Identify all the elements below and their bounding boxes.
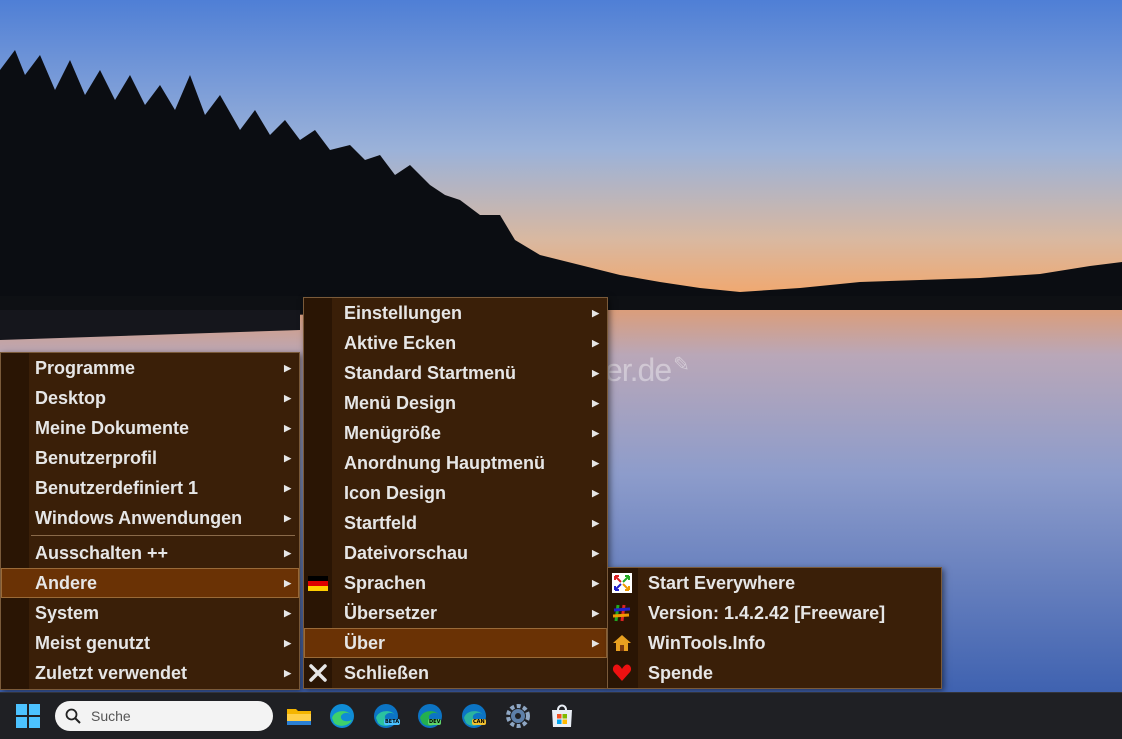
submenu-arrow-icon: ▶: [592, 548, 599, 558]
submenu-arrow-icon: ▶: [284, 668, 291, 678]
menu-item-programme[interactable]: Programme ▶: [1, 353, 299, 383]
submenu-arrow-icon: ▶: [592, 488, 599, 498]
dev-badge: DEV: [428, 719, 442, 725]
home-icon: [613, 635, 631, 651]
taskbar: Suche BETA DEV CAN: [0, 692, 1122, 739]
menu-item-schliessen[interactable]: Schließen: [304, 658, 607, 688]
submenu-arrow-icon: ▶: [284, 548, 291, 558]
menu-item-icon-design[interactable]: Icon Design ▶: [304, 478, 607, 508]
submenu-arrow-icon: ▶: [592, 458, 599, 468]
menu-item-windows-anwendungen[interactable]: Windows Anwendungen ▶: [1, 503, 299, 533]
heart-icon: [612, 664, 632, 681]
menu-item-anordnung-hauptmenue[interactable]: Anordnung Hauptmenü ▶: [304, 448, 607, 478]
menu-item-uebersetzer[interactable]: Übersetzer ▶: [304, 598, 607, 628]
menu-item-meine-dokumente[interactable]: Meine Dokumente ▶: [1, 413, 299, 443]
menu-item-einstellungen[interactable]: Einstellungen ▶: [304, 298, 607, 328]
menu-item-system[interactable]: System ▶: [1, 598, 299, 628]
start-menu: Programme ▶ Desktop ▶ Meine Dokumente ▶ Ben…: [0, 352, 300, 690]
menu-item-ueber[interactable]: Über ▶: [304, 628, 607, 658]
menu-item-sprachen[interactable]: Sprachen ▶: [304, 568, 607, 598]
menu-item-benutzerdefiniert[interactable]: Benutzerdefiniert 1 ▶: [1, 473, 299, 503]
windows-start-icon[interactable]: [16, 704, 40, 728]
submenu-arrow-icon: ▶: [284, 483, 291, 493]
menu-item-menuegroesse[interactable]: Menügröße ▶: [304, 418, 607, 448]
menu-item-version[interactable]: Version: 1.4.2.42 [Freeware]: [608, 598, 941, 628]
submenu-arrow-icon: ▶: [284, 513, 291, 523]
can-badge: CAN: [472, 719, 486, 725]
submenu-arrow-icon: ▶: [284, 638, 291, 648]
start-everywhere-icon: [612, 573, 632, 593]
andere-submenu: Einstellungen ▶ Aktive Ecken ▶ Standard St…: [303, 297, 608, 689]
submenu-arrow-icon: ▶: [592, 518, 599, 528]
edge-dev-logo-icon: [418, 704, 442, 728]
edge-beta-logo-icon: [374, 704, 398, 728]
menu-item-start-everywhere[interactable]: Start Everywhere: [608, 568, 941, 598]
menu-item-startfeld[interactable]: Startfeld ▶: [304, 508, 607, 538]
german-flag-icon: [308, 576, 328, 591]
close-x-icon: [309, 664, 327, 682]
menu-item-benutzerprofil[interactable]: Benutzerprofil ▶: [1, 443, 299, 473]
menu-item-meist-genutzt[interactable]: Meist genutzt ▶: [1, 628, 299, 658]
menu-item-ausschalten[interactable]: Ausschalten ++ ▶: [1, 538, 299, 568]
edge-icon[interactable]: [327, 701, 357, 731]
submenu-arrow-icon: ▶: [284, 608, 291, 618]
submenu-arrow-icon: ▶: [592, 428, 599, 438]
search-icon: [65, 708, 81, 724]
file-explorer-icon[interactable]: [284, 701, 314, 731]
beta-badge: BETA: [384, 719, 401, 725]
menu-item-spende[interactable]: Spende: [608, 658, 941, 688]
edge-beta-icon[interactable]: BETA: [371, 701, 401, 731]
settings-icon[interactable]: [503, 701, 533, 731]
menu-item-menue-design[interactable]: Menü Design ▶: [304, 388, 607, 418]
store-icon[interactable]: [547, 701, 577, 731]
submenu-arrow-icon: ▶: [592, 638, 599, 648]
edge-dev-icon[interactable]: DEV: [415, 701, 445, 731]
menu-item-dateivorschau[interactable]: Dateivorschau ▶: [304, 538, 607, 568]
menu-item-zuletzt-verwendet[interactable]: Zuletzt verwendet ▶: [1, 658, 299, 688]
submenu-arrow-icon: ▶: [284, 363, 291, 373]
menu-item-wintools-info[interactable]: WinTools.Info: [608, 628, 941, 658]
submenu-arrow-icon: ▶: [592, 368, 599, 378]
submenu-arrow-icon: ▶: [284, 453, 291, 463]
menu-item-standard-startmenue[interactable]: Standard Startmenü ▶: [304, 358, 607, 388]
menu-item-andere[interactable]: Andere ▶: [1, 568, 299, 598]
submenu-arrow-icon: ▶: [592, 308, 599, 318]
taskbar-search-box[interactable]: Suche: [55, 701, 273, 731]
version-icon: [612, 604, 631, 622]
submenu-arrow-icon: ▶: [284, 423, 291, 433]
search-placeholder: Suche: [91, 708, 131, 724]
submenu-arrow-icon: ▶: [592, 398, 599, 408]
ueber-submenu: Start Everywhere Version: 1.4.2.42 [Free…: [607, 567, 942, 689]
menu-item-aktive-ecken[interactable]: Aktive Ecken ▶: [304, 328, 607, 358]
submenu-arrow-icon: ▶: [284, 578, 291, 588]
edge-canary-logo-icon: [462, 704, 486, 728]
submenu-arrow-icon: ▶: [592, 338, 599, 348]
menu-item-desktop[interactable]: Desktop ▶: [1, 383, 299, 413]
submenu-arrow-icon: ▶: [592, 578, 599, 588]
edge-canary-icon[interactable]: CAN: [459, 701, 489, 731]
submenu-arrow-icon: ▶: [284, 393, 291, 403]
submenu-arrow-icon: ▶: [592, 608, 599, 618]
